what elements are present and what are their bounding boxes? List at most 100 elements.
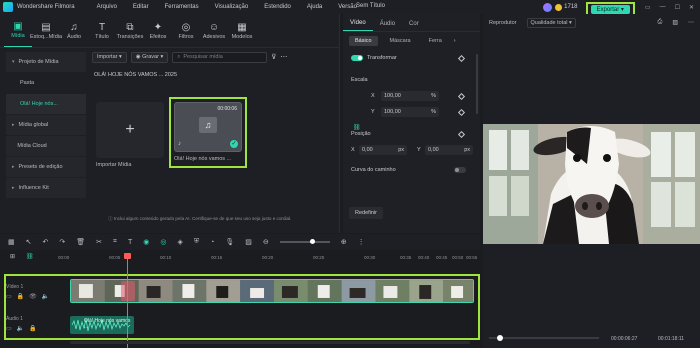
snap-icon[interactable]: ◎ (160, 238, 166, 246)
current-time: 00:00:06:27 (611, 336, 638, 342)
sidebar-item-cloud-media[interactable]: Mídia Cloud (6, 136, 86, 156)
title-icon: T (98, 21, 106, 33)
image-icon[interactable]: ▨ (672, 19, 678, 26)
speaker-icon[interactable]: 🔈 (17, 325, 24, 332)
zoom-slider[interactable] (279, 239, 330, 244)
import-dropdown[interactable]: Importar ▾ (92, 51, 127, 63)
keyframe-icon[interactable] (457, 92, 466, 100)
subtab-mask[interactable]: Máscara (384, 36, 417, 46)
menu-file[interactable]: Arquivo (97, 4, 117, 10)
tab-media[interactable]: ▣ Mídia (4, 14, 32, 47)
properties-scrollbar[interactable] (476, 54, 478, 114)
split-icon[interactable]: ✂ (96, 238, 102, 246)
menu-extended[interactable]: Estendido (264, 4, 291, 10)
tab-title[interactable]: T Título (88, 14, 116, 47)
tab-filters[interactable]: ◎ Filtros (172, 14, 200, 47)
quality-dropdown[interactable]: Qualidade total ▾ (526, 18, 576, 28)
menu-tools[interactable]: Ferramentas (165, 4, 199, 10)
search-input[interactable]: ⌕ Pesquisar mídia (172, 51, 268, 63)
keyframe-icon[interactable] (457, 54, 466, 62)
pos-y-field[interactable]: 0,00 px (425, 145, 473, 155)
track-manager-icon[interactable]: ⊞ (10, 253, 15, 260)
filter-icon[interactable]: ⊽ (271, 53, 276, 61)
lock-icon[interactable]: 🔒 (29, 325, 36, 332)
sidebar-item-project-media[interactable]: ▾ Projeto de Mídia (6, 52, 86, 72)
pos-x-field[interactable]: 0,00 px (359, 145, 407, 155)
menu-help[interactable]: Ajuda (307, 4, 322, 10)
speed-icon[interactable]: ◔ (210, 239, 214, 246)
media-clip-tile[interactable]: 00:00:06 ♫ ♪ ✓ (174, 102, 242, 152)
progress-handle[interactable] (497, 335, 503, 341)
timeline-scrollbar[interactable] (70, 341, 470, 344)
sidebar-item-influence-kit[interactable]: ▸ Influence Kit (6, 178, 86, 198)
maximize-icon[interactable]: ☐ (675, 4, 680, 11)
playback-progress[interactable] (489, 335, 599, 341)
redo-icon[interactable]: ↷ (59, 238, 65, 246)
tab-color[interactable]: Cor (402, 21, 426, 31)
subtab-basic[interactable]: Básico (349, 36, 378, 46)
folder-icon[interactable]: ▭ (6, 325, 12, 332)
scale-y-field[interactable]: 100,00% (381, 107, 439, 117)
lock-icon[interactable]: 🔒 (17, 293, 24, 300)
marker-icon[interactable]: ◈ (177, 238, 182, 246)
transform-toggle[interactable] (351, 55, 363, 61)
tab-audio-props[interactable]: Áudio (373, 21, 402, 31)
tab-effects[interactable]: ✦ Efeitos (144, 14, 172, 47)
path-curve-toggle[interactable] (454, 167, 466, 173)
tab-templates[interactable]: ▦ Modelos (228, 14, 256, 47)
split-marker[interactable] (121, 281, 135, 301)
folder-icon[interactable]: ▭ (6, 293, 12, 300)
video-preview[interactable] (483, 124, 700, 244)
chevron-right-icon[interactable]: › (454, 38, 456, 44)
ai-icon[interactable]: ◉ (143, 238, 149, 246)
tab-audio[interactable]: ♫ Áudio (60, 14, 88, 47)
mic-icon[interactable]: 🎙 (225, 238, 234, 246)
export-button[interactable]: Exportar ▾ (590, 4, 630, 14)
subtab-tools[interactable]: Ferra (423, 36, 448, 46)
eye-icon[interactable]: 👁 (29, 293, 37, 300)
tab-stickers[interactable]: ☺ Adesivos (200, 14, 228, 47)
tab-audio-label: Áudio (66, 33, 82, 40)
link-icon[interactable]: ⛓ (26, 253, 34, 260)
sidebar-item-edit-presets[interactable]: ▸ Presets de edição (6, 157, 86, 177)
timeline-ruler[interactable]: ⊞ ⛓ 00:00 00:05 00:10 00:15 00:20 00:25 … (0, 252, 480, 266)
undo-icon[interactable]: ↶ (43, 238, 49, 246)
menu-view[interactable]: Visualização (215, 4, 249, 10)
image-icon[interactable]: ▨ (245, 238, 252, 246)
sidebar-item-folder[interactable]: Pasta (6, 73, 86, 93)
scale-x-field[interactable]: 100,00% (381, 91, 439, 101)
more-icon[interactable]: ⋯ (688, 19, 694, 26)
import-media-tile[interactable]: + Importar Mídia (96, 102, 164, 168)
sidebar-item-global-media[interactable]: ▸ Mídia global (6, 115, 86, 135)
menu-version[interactable]: Versão (338, 4, 357, 10)
layout-grid-icon[interactable]: ▦ (8, 238, 15, 246)
record-dropdown[interactable]: ◉ Gravar ▾ (130, 51, 169, 63)
more-icon[interactable]: ⋯ (280, 53, 287, 61)
reset-button[interactable]: Redefinir (349, 207, 384, 219)
snapshot-icon[interactable]: ⎙ (658, 19, 663, 26)
audio-clip[interactable]: Olá! Hoje nós vamos ... (70, 316, 134, 334)
sidebar-item-current-folder[interactable]: Olá! Hoje nós... (6, 94, 86, 114)
close-icon[interactable]: ✕ (689, 4, 694, 11)
crop-icon[interactable]: ⌗ (113, 238, 117, 246)
select-arrow-icon[interactable]: ↖ (26, 238, 32, 246)
text-icon[interactable]: T (128, 239, 132, 246)
menu-edit[interactable]: Editar (133, 4, 149, 10)
keyframe-icon[interactable] (457, 108, 466, 116)
zoom-out-icon[interactable]: ⊖ (263, 238, 269, 246)
checkmark-icon: ✓ (230, 140, 238, 148)
more-icon[interactable]: ⋮ (358, 238, 365, 246)
playhead[interactable] (124, 253, 131, 348)
tab-video[interactable]: Vídeo (343, 20, 373, 31)
speaker-icon[interactable]: 🔈 (42, 293, 49, 300)
tab-stock-media[interactable]: ▤ Estoq...Mídia (30, 14, 62, 47)
avatar[interactable] (543, 2, 553, 12)
audio-track-label: Áudio 1 (6, 316, 23, 322)
keyframe-icon[interactable] (457, 130, 466, 138)
delete-icon[interactable]: 🗑 (76, 238, 85, 246)
zoom-in-icon[interactable]: ⊕ (341, 238, 347, 246)
layout-icon[interactable]: ▭ (645, 4, 651, 11)
tab-transitions[interactable]: ⧉ Transições (116, 14, 144, 47)
minimize-icon[interactable]: — (660, 4, 666, 11)
shield-icon[interactable]: ⛨ (194, 238, 199, 246)
